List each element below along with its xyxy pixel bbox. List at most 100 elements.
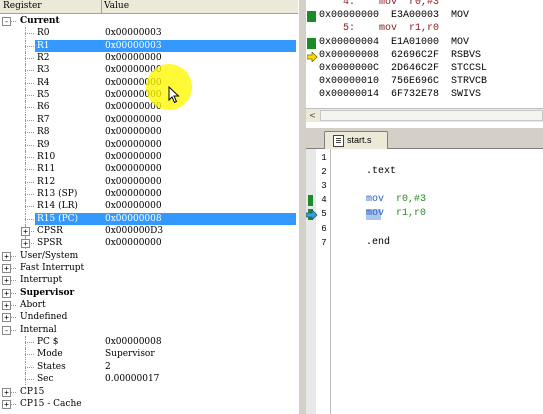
tree-connector xyxy=(25,64,26,76)
register-value[interactable]: 2 xyxy=(105,361,111,373)
expand-icon[interactable]: + xyxy=(2,276,11,285)
register-value[interactable]: 0x00000000 xyxy=(105,200,162,212)
register-row[interactable]: + Abort xyxy=(0,299,300,311)
column-header-value[interactable]: Value xyxy=(101,0,294,13)
tree-connector xyxy=(25,342,34,343)
disassembly-line[interactable]: 0x00000004 E1A01000 MOV xyxy=(319,37,543,49)
register-row[interactable]: - Current xyxy=(0,15,300,27)
collapse-icon[interactable]: - xyxy=(2,326,11,335)
register-row[interactable]: R2 0x00000000 xyxy=(0,52,300,64)
register-row[interactable]: R11 0x00000000 xyxy=(0,163,300,175)
disassembly-horizontal-scrollbar[interactable]: < xyxy=(306,108,543,122)
register-row[interactable]: R6 0x00000000 xyxy=(0,101,300,113)
register-row[interactable]: R10 0x00000000 xyxy=(0,151,300,163)
expand-icon[interactable]: + xyxy=(2,313,11,322)
register-row[interactable]: + SPSR 0x00000000 xyxy=(0,237,300,249)
expand-icon[interactable]: + xyxy=(2,388,11,397)
disassembly-line[interactable]: 0x0000000C 2D646C2F STCCSL xyxy=(319,63,543,75)
register-value[interactable]: 0x00000000 xyxy=(105,52,162,64)
register-row[interactable]: PC $ 0x00000008 xyxy=(0,336,300,348)
disassembly-line[interactable]: 0x00000000 E3A00003 MOV xyxy=(319,10,543,22)
register-value[interactable]: 0x00000008 xyxy=(105,336,162,348)
register-row[interactable]: R0 0x00000003 xyxy=(0,27,300,39)
register-value[interactable]: 0x00000000 xyxy=(105,114,162,126)
line-number: 4 xyxy=(321,195,327,205)
register-row[interactable]: R13 (SP) 0x00000000 xyxy=(0,188,300,200)
register-value[interactable]: 0x00000000 xyxy=(105,176,162,188)
register-value[interactable]: 0x000000D3 xyxy=(105,225,163,237)
source-line[interactable]: 4: mov r0,#3 xyxy=(319,0,543,9)
tree-connector xyxy=(25,83,34,84)
expand-icon[interactable]: + xyxy=(21,227,30,236)
register-row[interactable]: + Supervisor xyxy=(0,287,300,299)
register-value[interactable]: 0x00000000 xyxy=(105,139,162,151)
execution-marker-icon[interactable] xyxy=(308,195,313,206)
register-row[interactable]: + CP15 xyxy=(0,386,300,398)
register-row[interactable]: Sec 0.00000017 xyxy=(0,373,300,385)
register-value[interactable]: 0x00000000 xyxy=(105,237,162,249)
expand-icon[interactable]: + xyxy=(2,289,11,298)
register-row[interactable]: R9 0x00000000 xyxy=(0,139,300,151)
tab-start-s[interactable]: start.s xyxy=(324,131,388,149)
expand-icon[interactable]: + xyxy=(2,301,11,310)
disassembly-line[interactable]: 0x00000014 6F732E78 SWIVS xyxy=(319,89,543,101)
register-value[interactable]: 0x00000000 xyxy=(105,151,162,163)
tree-connector xyxy=(25,336,26,348)
code-line[interactable]: .end xyxy=(366,237,390,248)
register-row[interactable]: + User/System xyxy=(0,250,300,262)
disassembly-line[interactable]: 0x00000008 62696C2F RSBVS xyxy=(319,50,543,62)
register-row[interactable]: + Undefined xyxy=(0,311,300,323)
register-value[interactable]: Supervisor xyxy=(105,348,155,360)
register-row[interactable]: Mode Supervisor xyxy=(0,348,300,360)
code-keyword: mov xyxy=(366,194,397,205)
editor-marker-gutter[interactable] xyxy=(306,149,316,414)
editor-tabbar: start.s xyxy=(306,128,543,149)
register-name: R10 xyxy=(37,152,56,162)
register-row[interactable]: + CPSR 0x000000D3 xyxy=(0,225,300,237)
register-row[interactable]: + Fast Interrupt xyxy=(0,262,300,274)
tree-connector xyxy=(25,107,34,108)
register-name: R13 (SP) xyxy=(37,189,78,199)
register-row[interactable]: R1 0x00000003 xyxy=(0,40,300,52)
register-value[interactable]: 0x00000000 xyxy=(105,188,162,200)
register-row[interactable]: - Internal xyxy=(0,324,300,336)
source-editor[interactable] xyxy=(306,149,543,414)
register-value[interactable]: 0x00000003 xyxy=(105,27,162,39)
collapse-icon[interactable]: - xyxy=(2,17,11,26)
register-name: R0 xyxy=(37,28,50,38)
register-row[interactable]: R14 (LR) 0x00000000 xyxy=(0,200,300,212)
expand-icon[interactable]: + xyxy=(21,239,30,248)
disassembly-line[interactable]: 0x00000010 756E696C STRVCB xyxy=(319,76,543,88)
register-name: Abort xyxy=(20,300,46,310)
scrollbar-thumb[interactable] xyxy=(320,110,543,121)
expand-icon[interactable]: + xyxy=(2,400,11,409)
column-header-register[interactable]: Register xyxy=(0,0,102,13)
tree-connector xyxy=(25,95,34,96)
register-value[interactable]: 0x00000008 xyxy=(105,213,162,225)
register-value[interactable]: 0.00000017 xyxy=(105,373,159,385)
register-value[interactable]: 0x00000000 xyxy=(105,163,162,175)
tree-connector xyxy=(25,169,34,170)
register-row[interactable]: + CP15 - Cache xyxy=(0,398,300,410)
code-line[interactable]: mov r1,r0 xyxy=(366,208,426,219)
register-row[interactable]: States 2 xyxy=(0,361,300,373)
code-operands: r1,r0 xyxy=(396,208,427,219)
register-row[interactable]: R8 0x00000000 xyxy=(0,126,300,138)
register-name: CPSR xyxy=(37,226,63,236)
expand-icon[interactable]: + xyxy=(2,264,11,273)
register-name: R2 xyxy=(37,53,50,63)
code-line[interactable]: mov r0,#3 xyxy=(366,194,426,205)
register-value[interactable]: 0x00000003 xyxy=(105,40,162,52)
register-value[interactable]: 0x00000000 xyxy=(105,126,162,138)
tree-connector xyxy=(25,89,26,101)
register-row[interactable]: R12 0x00000000 xyxy=(0,176,300,188)
code-line[interactable]: .text xyxy=(366,166,396,177)
source-line[interactable]: 5: mov r1,r0 xyxy=(319,23,543,35)
tree-connector xyxy=(25,40,26,52)
selection-highlight xyxy=(35,40,296,52)
register-row[interactable]: + Interrupt xyxy=(0,274,300,286)
scroll-left-arrow-icon[interactable]: < xyxy=(306,109,319,122)
register-row[interactable]: R7 0x00000000 xyxy=(0,114,300,126)
register-row[interactable]: R15 (PC) 0x00000008 xyxy=(0,213,300,225)
expand-icon[interactable]: + xyxy=(2,252,11,261)
